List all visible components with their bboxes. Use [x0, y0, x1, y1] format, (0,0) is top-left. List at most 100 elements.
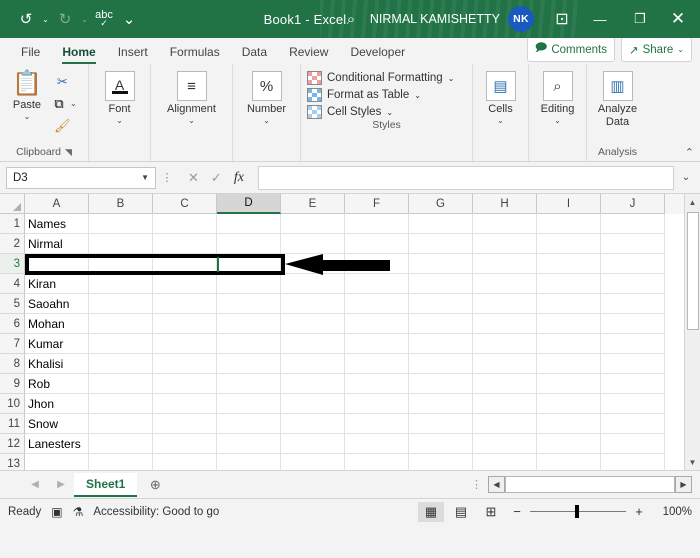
- cell-J13[interactable]: [601, 454, 665, 470]
- font-caret-icon[interactable]: ⌄: [116, 116, 123, 125]
- cell-J7[interactable]: [601, 334, 665, 354]
- cell-I10[interactable]: [537, 394, 601, 414]
- cell-I8[interactable]: [537, 354, 601, 374]
- cell-A12[interactable]: Lanesters: [25, 434, 89, 454]
- cell-D10[interactable]: [217, 394, 281, 414]
- row-header-2[interactable]: 2: [0, 234, 25, 254]
- cell-E6[interactable]: [281, 314, 345, 334]
- cell-J12[interactable]: [601, 434, 665, 454]
- cell-G6[interactable]: [409, 314, 473, 334]
- cell-D9[interactable]: [217, 374, 281, 394]
- cell-styles-button[interactable]: Cell Styles ⌄: [307, 105, 468, 119]
- cell-C1[interactable]: [153, 214, 217, 234]
- cell-A10[interactable]: Jhon: [25, 394, 89, 414]
- paste-caret-icon[interactable]: ⌄: [24, 112, 31, 121]
- column-header-I[interactable]: I: [537, 194, 601, 214]
- column-header-B[interactable]: B: [89, 194, 153, 214]
- cell-H8[interactable]: [473, 354, 537, 374]
- cell-A1[interactable]: Names: [25, 214, 89, 234]
- cell-B8[interactable]: [89, 354, 153, 374]
- cell-G2[interactable]: [409, 234, 473, 254]
- row-header-11[interactable]: 11: [0, 414, 25, 434]
- undo-dropdown-icon[interactable]: ⌄: [39, 6, 52, 32]
- cell-I12[interactable]: [537, 434, 601, 454]
- cell-C5[interactable]: [153, 294, 217, 314]
- copy-caret-icon[interactable]: ⌄: [70, 99, 77, 108]
- cell-F13[interactable]: [345, 454, 409, 470]
- avatar[interactable]: NK: [508, 6, 534, 32]
- cell-I13[interactable]: [537, 454, 601, 470]
- cell-D12[interactable]: [217, 434, 281, 454]
- tab-data[interactable]: Data: [231, 42, 278, 64]
- column-header-F[interactable]: F: [345, 194, 409, 214]
- cell-J8[interactable]: [601, 354, 665, 374]
- cell-H12[interactable]: [473, 434, 537, 454]
- cells-caret-icon[interactable]: ⌄: [497, 116, 504, 125]
- cell-A13[interactable]: [25, 454, 89, 470]
- insert-function-icon[interactable]: fx: [234, 170, 244, 186]
- cell-D6[interactable]: [217, 314, 281, 334]
- cell-I6[interactable]: [537, 314, 601, 334]
- tab-home[interactable]: Home: [51, 42, 106, 64]
- cell-J5[interactable]: [601, 294, 665, 314]
- cell-F4[interactable]: [345, 274, 409, 294]
- cell-D1[interactable]: [217, 214, 281, 234]
- alignment-caret-icon[interactable]: ⌄: [188, 116, 195, 125]
- cell-C12[interactable]: [153, 434, 217, 454]
- column-header-C[interactable]: C: [153, 194, 217, 214]
- tab-formulas[interactable]: Formulas: [159, 42, 231, 64]
- cell-C8[interactable]: [153, 354, 217, 374]
- spelling-icon[interactable]: abc ✓: [92, 6, 116, 32]
- cell-H13[interactable]: [473, 454, 537, 470]
- tab-insert[interactable]: Insert: [107, 42, 159, 64]
- name-box[interactable]: D3 ▼: [6, 166, 156, 189]
- cell-C7[interactable]: [153, 334, 217, 354]
- paste-button[interactable]: 📋 Paste ⌄: [6, 69, 48, 121]
- cell-J3[interactable]: [601, 254, 665, 274]
- cell-A7[interactable]: Kumar: [25, 334, 89, 354]
- horizontal-scrollbar[interactable]: ◀ ▶: [488, 476, 700, 493]
- zoom-out-button[interactable]: −: [508, 504, 526, 519]
- expand-formula-bar-icon[interactable]: ⌄: [678, 172, 694, 183]
- cell-A5[interactable]: Saoahn: [25, 294, 89, 314]
- add-sheet-icon[interactable]: ⊕: [137, 477, 173, 493]
- cell-H11[interactable]: [473, 414, 537, 434]
- cell-C9[interactable]: [153, 374, 217, 394]
- row-header-12[interactable]: 12: [0, 434, 25, 454]
- cell-E7[interactable]: [281, 334, 345, 354]
- search-icon[interactable]: ⌕: [332, 11, 370, 28]
- cell-J6[interactable]: [601, 314, 665, 334]
- cell-J9[interactable]: [601, 374, 665, 394]
- cell-G10[interactable]: [409, 394, 473, 414]
- cell-B3[interactable]: [89, 254, 153, 274]
- cell-F5[interactable]: [345, 294, 409, 314]
- format-painter-button[interactable]: 🖌: [51, 115, 73, 136]
- cell-E3[interactable]: [281, 254, 345, 274]
- cell-E5[interactable]: [281, 294, 345, 314]
- cell-E12[interactable]: [281, 434, 345, 454]
- cell-F3[interactable]: [345, 254, 409, 274]
- column-header-D[interactable]: D: [217, 194, 281, 214]
- formula-input[interactable]: [257, 165, 674, 190]
- row-header-5[interactable]: 5: [0, 294, 25, 314]
- cell-F2[interactable]: [345, 234, 409, 254]
- copy-button[interactable]: ⧉: [48, 93, 70, 114]
- cell-C13[interactable]: [153, 454, 217, 470]
- column-header-E[interactable]: E: [281, 194, 345, 214]
- cell-C11[interactable]: [153, 414, 217, 434]
- cell-F7[interactable]: [345, 334, 409, 354]
- cell-J10[interactable]: [601, 394, 665, 414]
- cell-F11[interactable]: [345, 414, 409, 434]
- cell-I7[interactable]: [537, 334, 601, 354]
- cell-B11[interactable]: [89, 414, 153, 434]
- cell-H7[interactable]: [473, 334, 537, 354]
- cell-E10[interactable]: [281, 394, 345, 414]
- cell-A4[interactable]: Kiran: [25, 274, 89, 294]
- cell-E8[interactable]: [281, 354, 345, 374]
- conditional-formatting-button[interactable]: Conditional Formatting ⌄: [307, 71, 468, 85]
- cell-I11[interactable]: [537, 414, 601, 434]
- cell-H10[interactable]: [473, 394, 537, 414]
- cell-B5[interactable]: [89, 294, 153, 314]
- share-button[interactable]: ↗ Share ⌄: [620, 37, 692, 62]
- cell-A3[interactable]: [25, 254, 89, 274]
